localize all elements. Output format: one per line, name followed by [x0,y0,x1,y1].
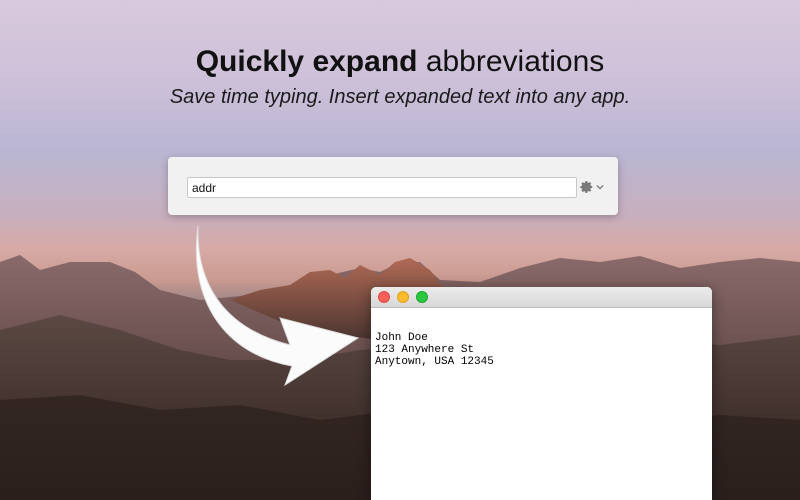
settings-menu-button[interactable] [580,177,610,197]
headline: Quickly expand abbreviations [0,44,800,80]
document-line-street: 123 Anywhere St [375,344,475,356]
abbreviation-input[interactable] [187,177,577,198]
headline-bold: Quickly expand [195,45,418,78]
minimize-button[interactable] [397,291,409,303]
gear-icon [580,181,593,193]
document-line-name: John Doe [375,332,428,344]
subheadline: Save time typing. Insert expanded text i… [169,86,631,108]
zoom-button[interactable] [416,291,428,303]
close-button[interactable] [378,291,390,303]
document-window: John Doe 123 Anywhere St Anytown, USA 12… [371,287,712,500]
window-titlebar[interactable] [371,287,712,308]
expander-panel [168,157,618,215]
chevron-down-icon [596,184,604,190]
headline-rest: abbreviations [425,45,605,78]
document-line-city: Anytown, USA 12345 [375,356,494,368]
document-text-area[interactable]: John Doe 123 Anywhere St Anytown, USA 12… [371,308,712,368]
